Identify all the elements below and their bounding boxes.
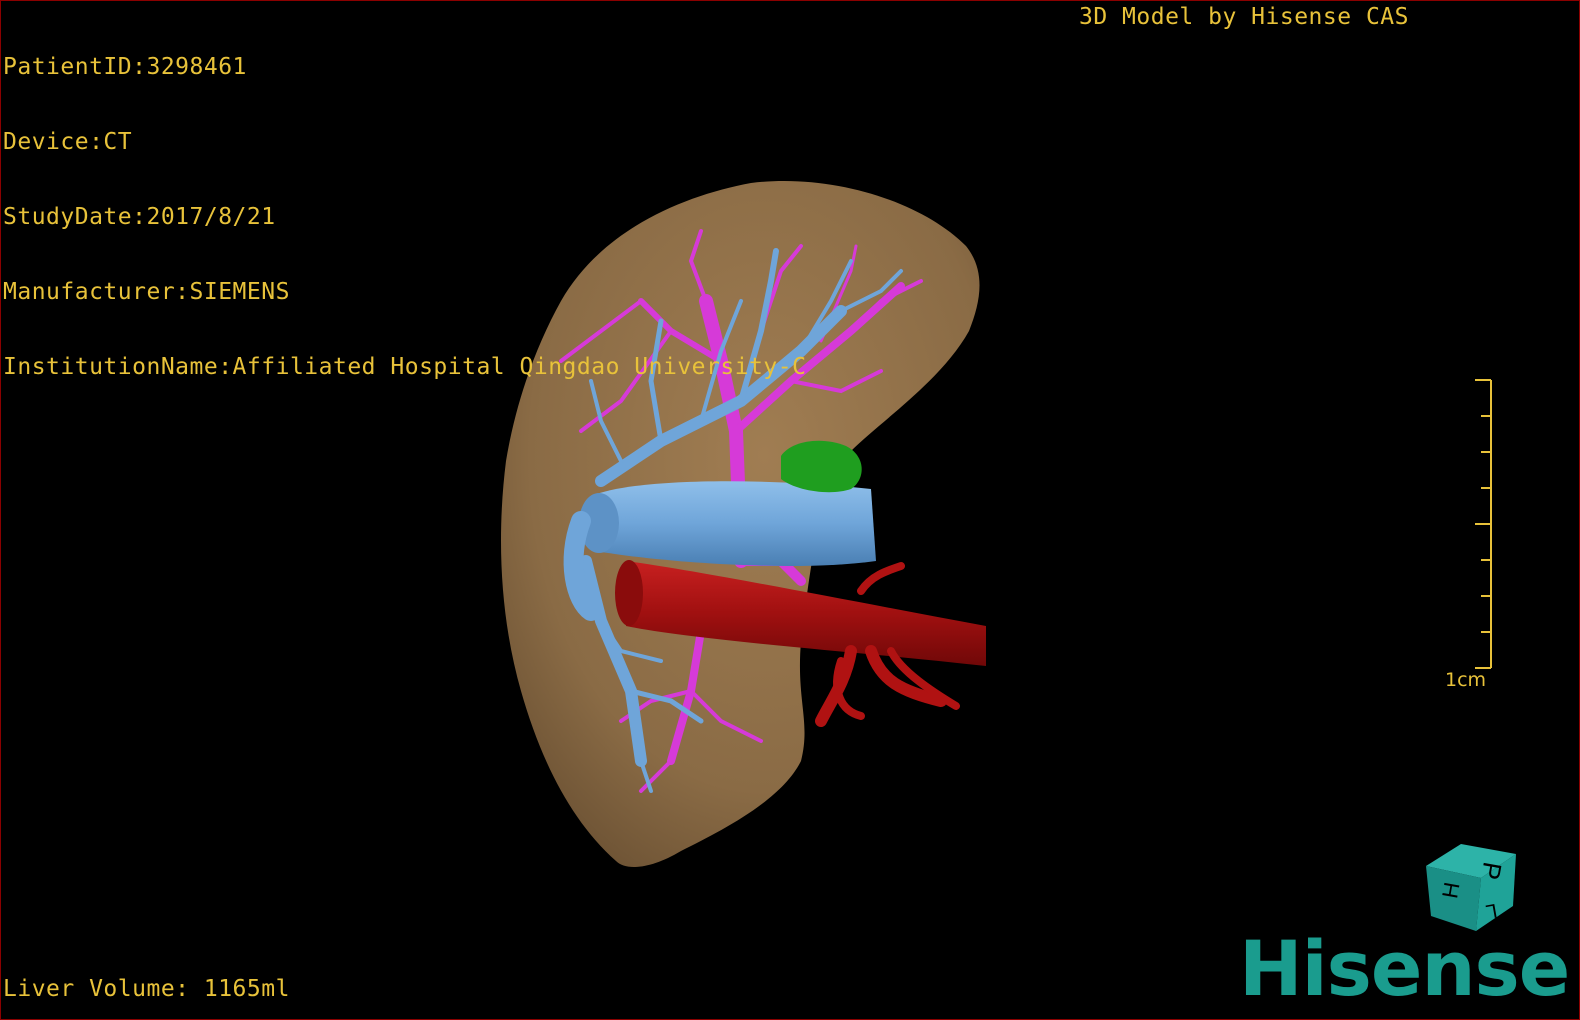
model-credit: 3D Model by Hisense CAS [1079,4,1409,30]
scale-label: 1cm [1445,669,1487,691]
device: Device:CT [3,129,133,155]
institution-name: InstitutionName:Affiliated Hospital Qing… [3,354,807,380]
manufacturer: Manufacturer:SIEMENS [3,279,290,305]
3d-viewport[interactable]: PatientID:3298461 Device:CT StudyDate:20… [0,0,1580,1020]
scale-bar [1475,379,1492,669]
hisense-logo: Hisense [1239,924,1570,1013]
lesion [781,440,862,493]
study-info: PatientID:3298461 Device:CT StudyDate:20… [3,5,806,430]
study-date: StudyDate:2017/8/21 [3,204,276,230]
liver-volume: Liver Volume: 1165ml [3,976,290,1002]
patient-id: PatientID:3298461 [3,54,247,80]
orientation-cube-icon[interactable]: H P L [1421,836,1521,936]
